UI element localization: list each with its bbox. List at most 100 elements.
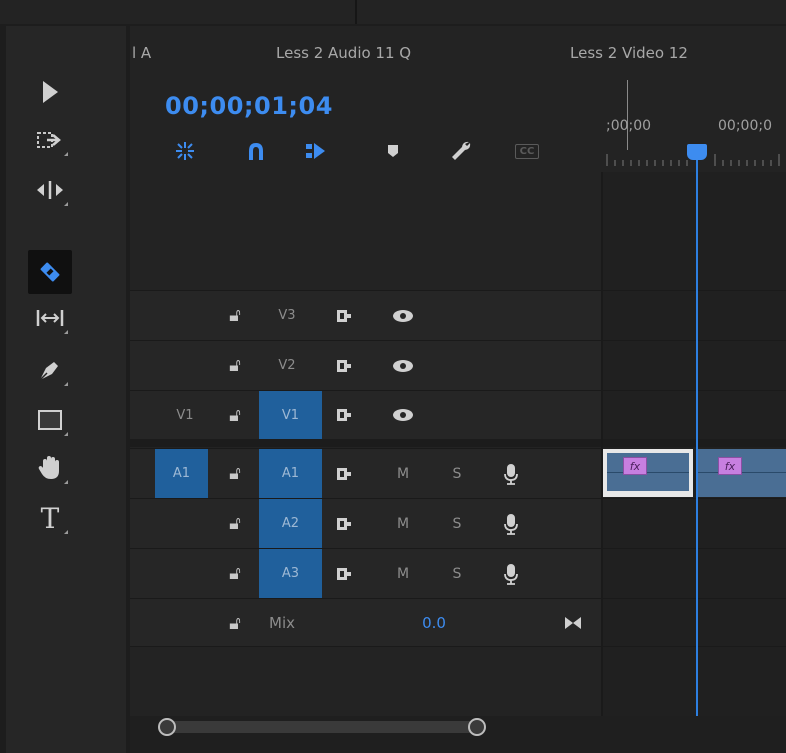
track-output-toggle[interactable] <box>388 291 418 340</box>
mix-volume-value[interactable]: 0.0 <box>414 599 454 647</box>
sequence-tab[interactable]: l A <box>132 44 151 62</box>
track-target-a2[interactable]: A2 <box>259 499 322 548</box>
solo-track-button[interactable]: S <box>442 549 472 598</box>
video-audio-divider[interactable] <box>130 439 786 447</box>
playhead-timecode[interactable]: 00;00;01;04 <box>165 92 333 120</box>
tool-flyout-indicator <box>64 330 68 334</box>
mute-track-button[interactable]: M <box>388 549 418 598</box>
rectangle-tool[interactable] <box>28 398 72 442</box>
mute-track-button[interactable]: M <box>388 499 418 548</box>
track-output-toggle[interactable] <box>388 391 418 439</box>
ruler-origin-line <box>627 80 628 150</box>
slip-tool-icon <box>36 310 64 326</box>
sync-lock-toggle[interactable] <box>330 449 360 498</box>
mix-pan-control[interactable] <box>558 599 588 647</box>
type-tool[interactable]: T <box>28 496 72 540</box>
tools-panel: T <box>6 26 126 753</box>
lock-icon: 🔓︎ <box>229 563 241 584</box>
track-header-v2[interactable]: 🔓︎ V2 <box>130 340 602 390</box>
voice-over-record-button[interactable] <box>496 449 526 498</box>
track-separator <box>603 548 786 549</box>
track-lock-toggle[interactable]: 🔓︎ <box>220 341 250 390</box>
tool-flyout-indicator <box>64 432 68 436</box>
track-select-forward-tool-icon <box>37 132 61 148</box>
sync-lock-toggle[interactable] <box>330 499 360 548</box>
track-lock-toggle[interactable]: 🔓︎ <box>220 599 250 647</box>
scrollbar-left-handle[interactable] <box>158 718 176 736</box>
nest-insert-icon <box>176 142 194 160</box>
playhead-line[interactable] <box>696 150 698 718</box>
selection-tool[interactable] <box>28 70 72 114</box>
linked-selection-icon <box>306 143 325 159</box>
sync-lock-icon <box>337 517 351 530</box>
source-patch-v1[interactable]: V1 <box>160 391 210 439</box>
sync-lock-toggle[interactable] <box>330 291 360 340</box>
add-marker-button[interactable] <box>378 136 408 166</box>
nest-insert-button[interactable] <box>170 136 200 166</box>
sequence-tab[interactable]: Less 2 Video 12 <box>570 44 688 62</box>
hand-tool[interactable] <box>28 446 72 490</box>
sync-lock-icon <box>337 467 351 480</box>
eye-icon <box>393 359 413 372</box>
mute-track-button[interactable]: M <box>388 449 418 498</box>
track-separator <box>603 290 786 291</box>
track-separator <box>603 390 786 391</box>
slip-tool[interactable] <box>28 296 72 340</box>
sync-lock-toggle[interactable] <box>330 391 360 439</box>
lock-icon: 🔓︎ <box>229 612 241 634</box>
timeline-settings-button[interactable] <box>446 136 476 166</box>
ripple-edit-tool-icon <box>37 181 63 199</box>
audio-clip-selected[interactable]: fx <box>603 449 693 497</box>
track-lock-toggle[interactable]: 🔓︎ <box>220 449 250 498</box>
track-output-toggle[interactable] <box>388 341 418 390</box>
track-separator <box>603 646 786 647</box>
eye-icon <box>393 309 413 322</box>
voice-over-record-button[interactable] <box>496 549 526 598</box>
voice-over-record-button[interactable] <box>496 499 526 548</box>
captions-button[interactable]: CC <box>512 136 542 166</box>
pen-tool[interactable] <box>28 348 72 392</box>
pen-tool-icon <box>39 362 58 381</box>
lock-icon: 🔓︎ <box>229 355 241 376</box>
lock-icon: 🔓︎ <box>229 404 241 426</box>
track-header-a2[interactable]: 🔓︎ A2 M S <box>130 498 602 548</box>
track-lock-toggle[interactable]: 🔓︎ <box>220 499 250 548</box>
selection-tool-icon <box>43 81 58 103</box>
track-target-a3[interactable]: A3 <box>259 549 322 598</box>
track-header-a1[interactable]: A1 🔓︎ A1 M S <box>130 448 602 498</box>
playhead-handle[interactable] <box>687 144 707 160</box>
track-lock-toggle[interactable]: 🔓︎ <box>220 549 250 598</box>
track-lock-toggle[interactable]: 🔓︎ <box>220 291 250 340</box>
track-target-v3[interactable]: V3 <box>262 291 312 340</box>
track-separator <box>603 498 786 499</box>
horizontal-scrollbar[interactable] <box>160 721 480 733</box>
sequence-tab[interactable]: Less 2 Audio 11 Q <box>276 44 411 62</box>
linked-selection-button[interactable] <box>300 136 330 166</box>
track-header-a3[interactable]: 🔓︎ A3 M S <box>130 548 602 598</box>
sync-lock-toggle[interactable] <box>330 341 360 390</box>
sync-lock-toggle[interactable] <box>330 549 360 598</box>
scrollbar-right-handle[interactable] <box>468 718 486 736</box>
sync-lock-icon <box>337 409 351 421</box>
fx-badge[interactable]: fx <box>623 457 647 475</box>
source-patch-a1[interactable]: A1 <box>155 449 208 498</box>
track-header-v1[interactable]: V1 🔓︎ V1 <box>130 390 602 439</box>
type-tool-icon: T <box>40 501 60 535</box>
track-select-forward-tool[interactable] <box>28 118 72 162</box>
razor-tool[interactable] <box>28 250 72 294</box>
track-header-v3[interactable]: 🔓︎ V3 <box>130 290 602 340</box>
track-target-v2[interactable]: V2 <box>262 341 312 390</box>
track-target-v1[interactable]: V1 <box>259 391 322 439</box>
lock-icon: 🔓︎ <box>229 463 241 484</box>
ripple-edit-tool[interactable] <box>28 168 72 212</box>
track-header-mix[interactable]: 🔓︎ Mix 0.0 <box>130 598 602 647</box>
clip-volume-line <box>607 472 689 473</box>
solo-track-button[interactable]: S <box>442 449 472 498</box>
track-lock-toggle[interactable]: 🔓︎ <box>220 391 250 439</box>
audio-clip[interactable]: fx <box>698 449 786 497</box>
snap-button[interactable] <box>241 136 271 166</box>
fx-badge[interactable]: fx <box>718 457 742 475</box>
tool-flyout-indicator <box>64 530 68 534</box>
track-target-a1[interactable]: A1 <box>259 449 322 498</box>
solo-track-button[interactable]: S <box>442 499 472 548</box>
